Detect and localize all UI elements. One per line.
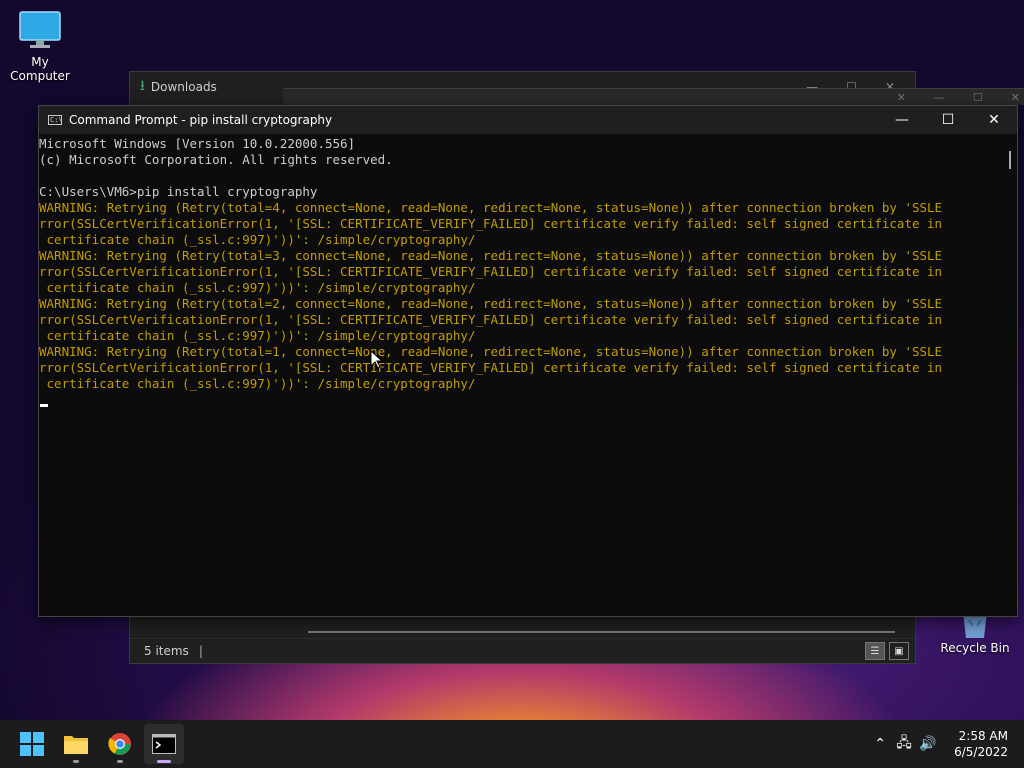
minimize-button[interactable]: — bbox=[879, 112, 925, 128]
desktop-icon-recycle-bin[interactable]: Recycle Bin bbox=[940, 612, 1010, 655]
clock-time: 2:58 AM bbox=[958, 729, 1008, 743]
console-warning-line: WARNING: Retrying (Retry(total=3, connec… bbox=[39, 248, 943, 263]
console-warning-line: certificate chain (_ssl.c:997)'))': /sim… bbox=[39, 280, 476, 295]
close-button[interactable]: ✕ bbox=[971, 112, 1017, 128]
taskbar-command-prompt[interactable] bbox=[144, 724, 184, 764]
desktop-icon-label: Recycle Bin bbox=[940, 641, 1010, 655]
large-icons-view-icon[interactable]: ▣ bbox=[889, 642, 909, 660]
vertical-scrollbar[interactable] bbox=[1009, 151, 1011, 169]
status-separator: | bbox=[198, 644, 203, 658]
download-icon: ⭳ bbox=[140, 78, 145, 94]
console-line: (c) Microsoft Corporation. All rights re… bbox=[39, 152, 393, 167]
monitor-icon bbox=[19, 11, 61, 48]
console-warning-line: WARNING: Retrying (Retry(total=4, connec… bbox=[39, 200, 943, 215]
system-tray: ⌃ 🖧 🔊 2:58 AM 6/5/2022 bbox=[868, 728, 1024, 760]
running-indicator bbox=[117, 760, 123, 763]
clock[interactable]: 2:58 AM 6/5/2022 bbox=[954, 728, 1008, 760]
taskbar-file-explorer[interactable] bbox=[56, 724, 96, 764]
console-warning-line: certificate chain (_ssl.c:997)'))': /sim… bbox=[39, 328, 476, 343]
cmd-title: Command Prompt - pip install cryptograph… bbox=[69, 113, 333, 127]
item-count: 5 items bbox=[144, 644, 189, 658]
background-window-strip: ✕ — ☐ ✕ bbox=[283, 88, 1024, 105]
maximize-icon[interactable]: ☐ bbox=[973, 91, 983, 104]
taskbar-chrome[interactable] bbox=[100, 724, 140, 764]
mouse-pointer-icon bbox=[371, 351, 383, 369]
console-warning-line: certificate chain (_ssl.c:997)'))': /sim… bbox=[39, 232, 476, 247]
active-indicator bbox=[157, 760, 171, 763]
status-bar: 5 items | ☰ ▣ bbox=[130, 638, 915, 663]
start-button[interactable] bbox=[12, 724, 52, 764]
volume-icon[interactable]: 🔊 bbox=[916, 736, 940, 752]
close-icon[interactable]: ✕ bbox=[897, 91, 906, 104]
chrome-icon bbox=[108, 733, 131, 755]
taskbar: ⌃ 🖧 🔊 2:58 AM 6/5/2022 bbox=[0, 720, 1024, 768]
details-view-icon[interactable]: ☰ bbox=[865, 642, 885, 660]
close-icon[interactable]: ✕ bbox=[1011, 91, 1020, 104]
windows-start-icon bbox=[20, 732, 44, 756]
console-warning-line: rror(SSLCertVerificationError(1, '[SSL: … bbox=[39, 312, 943, 327]
console-warning-line: rror(SSLCertVerificationError(1, '[SSL: … bbox=[39, 216, 943, 231]
cmd-titlebar[interactable]: C:\ Command Prompt - pip install cryptog… bbox=[39, 106, 1017, 134]
running-indicator bbox=[73, 760, 79, 763]
desktop-icon-my-computer[interactable]: My Computer bbox=[0, 10, 80, 83]
cmd-icon: C:\ bbox=[48, 115, 63, 125]
console-output[interactable]: Microsoft Windows [Version 10.0.22000.55… bbox=[39, 136, 1001, 392]
explorer-title: Downloads bbox=[150, 80, 217, 94]
network-icon[interactable]: 🖧 bbox=[892, 732, 916, 756]
command-prompt-window: C:\ Command Prompt - pip install cryptog… bbox=[38, 105, 1018, 617]
horizontal-scrollbar[interactable] bbox=[308, 631, 895, 633]
console-warning-line: rror(SSLCertVerificationError(1, '[SSL: … bbox=[39, 360, 943, 375]
console-warning-line: certificate chain (_ssl.c:997)'))': /sim… bbox=[39, 376, 476, 391]
console-line: C:\Users\VM6>pip install cryptography bbox=[39, 184, 318, 199]
console-line: Microsoft Windows [Version 10.0.22000.55… bbox=[39, 136, 356, 151]
minimize-icon[interactable]: — bbox=[934, 91, 945, 104]
maximize-button[interactable]: ☐ bbox=[925, 112, 971, 128]
console-warning-line: WARNING: Retrying (Retry(total=1, connec… bbox=[39, 344, 943, 359]
text-cursor bbox=[40, 404, 48, 407]
terminal-icon bbox=[152, 734, 176, 754]
clock-date: 6/5/2022 bbox=[954, 745, 1008, 759]
folder-icon bbox=[64, 736, 88, 754]
console-warning-line: rror(SSLCertVerificationError(1, '[SSL: … bbox=[39, 264, 943, 279]
console-warning-line: WARNING: Retrying (Retry(total=2, connec… bbox=[39, 296, 943, 311]
desktop-icon-label: My Computer bbox=[10, 55, 70, 83]
chevron-up-icon[interactable]: ⌃ bbox=[868, 736, 892, 752]
